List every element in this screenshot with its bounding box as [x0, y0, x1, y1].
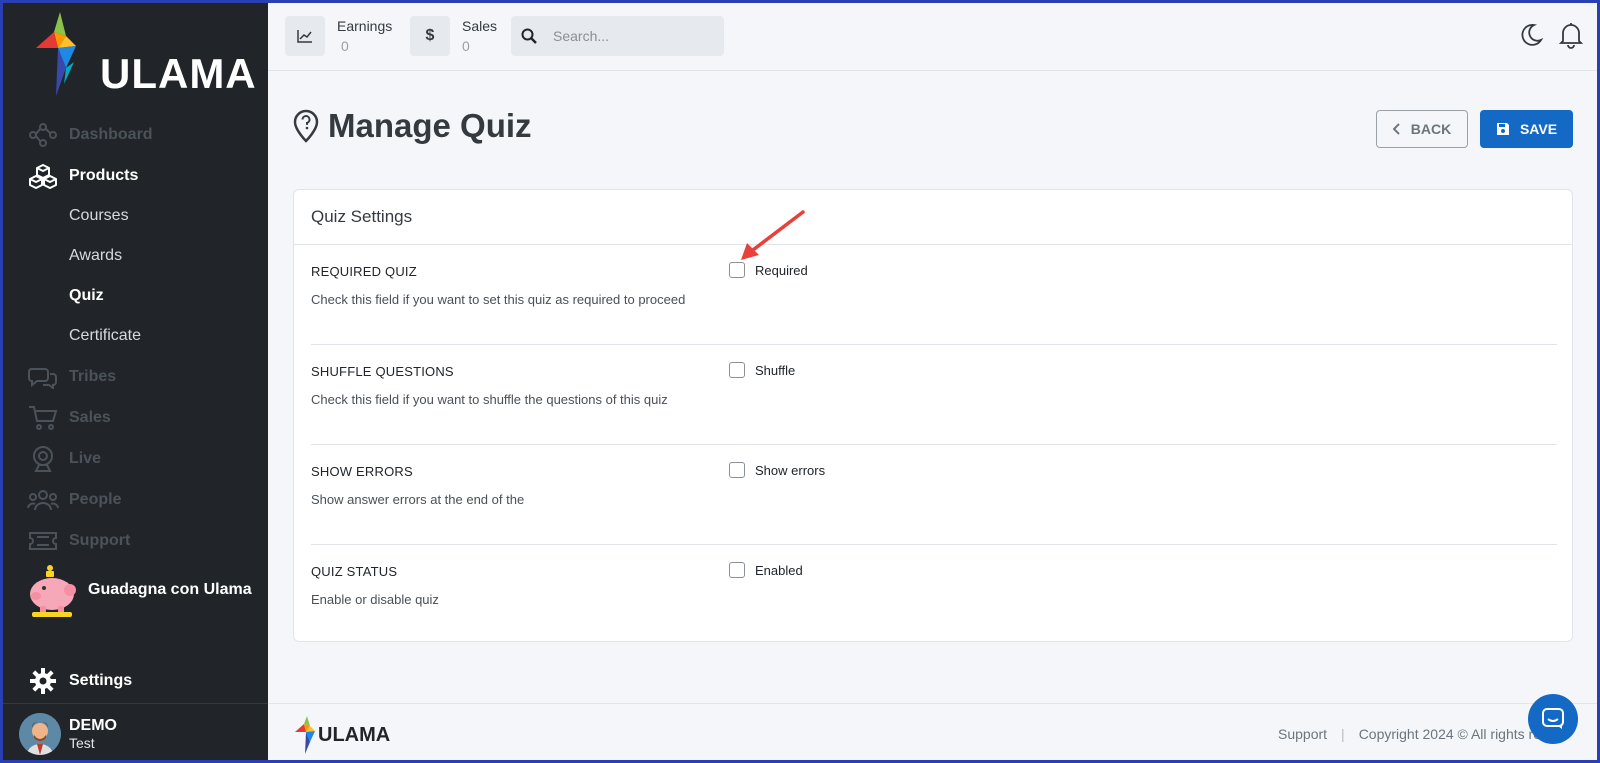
save-button[interactable]: SAVE	[1480, 110, 1573, 148]
setting-title: SHOW ERRORS	[311, 464, 413, 479]
card-title: Quiz Settings	[294, 190, 1572, 245]
ulama-logo[interactable]: ULAMA	[30, 12, 256, 102]
sidebar-item-live[interactable]: Live	[0, 438, 268, 479]
moon-icon	[1521, 24, 1544, 46]
sidebar-item-label: Live	[69, 449, 102, 467]
footer-copyright: Copyright 2024 © All rights res	[1358, 726, 1548, 742]
sidebar-nav: Dashboard Products Courses Awards Quiz C…	[0, 114, 268, 561]
brand-name: ULAMA	[100, 50, 257, 97]
setting-description: Show answer errors at the end of the	[311, 492, 525, 507]
chat-icon	[1542, 708, 1564, 729]
floppy-disk-icon	[1496, 122, 1510, 136]
setting-row-shuffle: SHUFFLE QUESTIONS Check this field if yo…	[311, 345, 1557, 445]
user-role: Test	[69, 734, 95, 751]
sidebar-item-tribes[interactable]: Tribes	[0, 356, 268, 397]
sidebar-item-label: Support	[69, 531, 131, 549]
setting-row-status: QUIZ STATUS Enable or disable quiz Enabl…	[311, 545, 1557, 645]
bell-icon	[1558, 23, 1584, 49]
page-heading: Manage Quiz	[328, 107, 532, 144]
footer-separator: |	[1341, 726, 1345, 742]
sidebar-item-label: Tribes	[69, 367, 117, 385]
sales-value: 0	[462, 38, 470, 54]
sales-label: Sales	[462, 18, 498, 34]
checkbox-label: Enabled	[755, 562, 803, 578]
search-input[interactable]	[553, 28, 713, 44]
user-name: DEMO	[69, 716, 117, 734]
settings-label: Settings	[69, 672, 133, 689]
sidebar-item-products[interactable]: Products	[0, 155, 268, 196]
sidebar-item-label: Dashboard	[69, 125, 153, 143]
checkbox-box[interactable]	[729, 562, 745, 578]
sidebar-item-label: People	[69, 490, 122, 508]
shuffle-checkbox[interactable]: Shuffle	[729, 362, 795, 378]
earnings-value: 0	[341, 38, 349, 54]
checkbox-label: Show errors	[755, 462, 826, 478]
page-title: Manage Quiz	[292, 107, 532, 145]
sidebar-item-dashboard[interactable]: Dashboard	[0, 114, 268, 155]
sidebar-item-label: Sales	[69, 408, 111, 426]
sidebar-item-settings[interactable]: Settings	[27, 665, 132, 697]
dollar-icon[interactable]: $	[410, 16, 450, 56]
sidebar-subitem-quiz[interactable]: Quiz	[0, 276, 268, 316]
enabled-checkbox[interactable]: Enabled	[729, 562, 803, 578]
dark-mode-toggle[interactable]	[1516, 20, 1546, 50]
sidebar-subitem-courses[interactable]: Courses	[0, 196, 268, 236]
chart-line-icon[interactable]	[285, 16, 325, 56]
topbar: Earnings 0 $ Sales 0	[268, 0, 1600, 71]
avatar	[19, 712, 61, 755]
earnings-label: Earnings	[337, 18, 393, 34]
sidebar-subitem-awards[interactable]: Awards	[0, 236, 268, 276]
search-bar[interactable]	[511, 16, 724, 56]
user-profile[interactable]: DEMO Test	[0, 703, 268, 763]
sidebar-item-people[interactable]: People	[0, 479, 268, 520]
cubes-icon	[27, 160, 59, 192]
piggy-bank-icon	[30, 565, 76, 617]
back-label: BACK	[1410, 121, 1452, 137]
setting-description: Check this field if you want to set this…	[311, 292, 686, 307]
annotation-arrow-icon	[741, 210, 805, 260]
webcam-icon	[27, 443, 59, 475]
checkbox-label: Shuffle	[755, 362, 796, 378]
footer-support-link[interactable]: Support	[1278, 726, 1327, 742]
map-pin-question-icon	[293, 109, 319, 143]
people-icon	[27, 484, 59, 516]
setting-row-required: REQUIRED QUIZ Check this field if you wa…	[311, 245, 1557, 345]
sidebar-item-support[interactable]: Support	[0, 520, 268, 561]
setting-row-show-errors: SHOW ERRORS Show answer errors at the en…	[311, 445, 1557, 545]
notifications-button[interactable]	[1556, 20, 1586, 50]
show-errors-checkbox[interactable]: Show errors	[729, 462, 825, 478]
setting-title: REQUIRED QUIZ	[311, 264, 417, 279]
ticket-icon	[27, 525, 59, 557]
sidebar: ULAMA Dashboard Products Courses Awards …	[0, 0, 268, 763]
setting-title: SHUFFLE QUESTIONS	[311, 364, 454, 379]
dashboard-nodes-icon	[27, 119, 59, 151]
chat-launcher-button[interactable]	[1528, 694, 1578, 744]
sidebar-item-label: Products	[69, 166, 139, 184]
back-button[interactable]: BACK	[1376, 110, 1468, 148]
chat-bubbles-icon	[27, 361, 59, 393]
cart-icon	[27, 402, 59, 434]
checkbox-box[interactable]	[729, 362, 745, 378]
save-label: SAVE	[1519, 121, 1558, 137]
setting-title: QUIZ STATUS	[311, 564, 398, 579]
promo-label: Guadagna con Ulama	[88, 581, 252, 598]
footer-links: Support | Copyright 2024 © All rights re…	[1278, 726, 1548, 742]
sidebar-subitem-certificate[interactable]: Certificate	[0, 316, 268, 356]
search-icon	[511, 28, 547, 44]
setting-description: Check this field if you want to shuffle …	[311, 392, 668, 407]
gear-icon	[27, 665, 59, 697]
sidebar-item-sales[interactable]: Sales	[0, 397, 268, 438]
footer-brand-name: ULAMA	[318, 724, 391, 746]
quiz-settings-card: Quiz Settings REQUIRED QUIZ Check this f…	[293, 189, 1573, 642]
setting-description: Enable or disable quiz	[311, 592, 439, 607]
chevron-left-icon	[1392, 123, 1401, 135]
footer: ULAMA Support | Copyright 2024 © All rig…	[268, 703, 1600, 763]
promo-link[interactable]: Guadagna con Ulama	[24, 562, 252, 618]
ulama-bird-logo-icon	[36, 12, 76, 96]
checkbox-box[interactable]	[729, 462, 745, 478]
